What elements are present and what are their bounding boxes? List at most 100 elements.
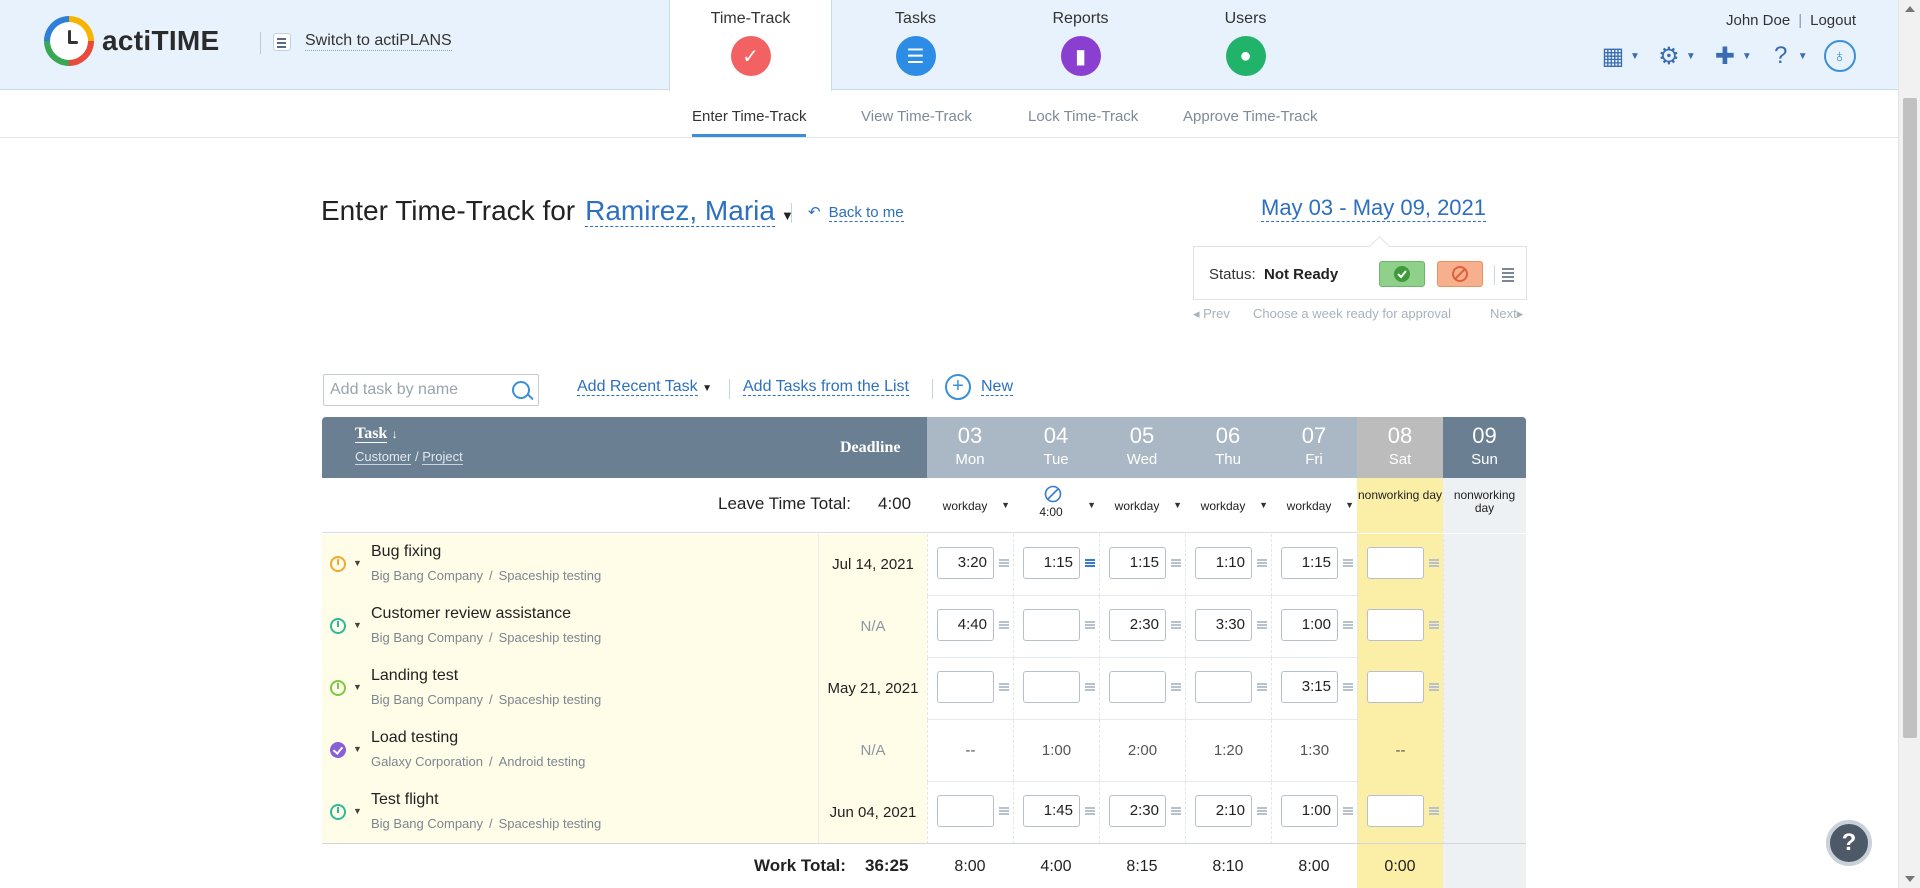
comment-icon[interactable] <box>999 559 1009 567</box>
deadline-column-header[interactable]: Deadline <box>840 439 900 457</box>
task-status-icon[interactable] <box>330 804 346 820</box>
task-name[interactable]: Bug fixing <box>371 543 441 561</box>
comment-icon[interactable] <box>1171 683 1181 691</box>
time-input[interactable] <box>1367 609 1424 641</box>
prev-week-link[interactable]: ◂ Prev <box>1193 306 1230 322</box>
time-input[interactable] <box>1367 671 1424 703</box>
tab-lock-time-track[interactable]: Lock Time-Track <box>1028 108 1138 134</box>
actitime-logo[interactable]: actiTIME <box>44 16 220 66</box>
search-icon[interactable] <box>512 381 530 399</box>
time-input[interactable]: 2:10 <box>1195 795 1252 827</box>
comment-icon[interactable] <box>1085 683 1095 691</box>
comment-icon[interactable] <box>1429 621 1439 629</box>
help-menu[interactable]: ? ▼ <box>1768 42 1808 69</box>
task-name[interactable]: Load testing <box>371 729 458 747</box>
day-type-select[interactable]: workday ▼ <box>927 478 1013 533</box>
chevron-down-icon[interactable]: ▼ <box>353 620 362 630</box>
help-button[interactable]: ? <box>1826 820 1872 866</box>
module-time-track[interactable]: Time-Track ✓ <box>669 0 832 91</box>
switch-to-actiplans-link[interactable]: Switch to actiPLANS <box>273 32 452 51</box>
time-input[interactable] <box>1109 671 1166 703</box>
comment-icon[interactable] <box>1343 559 1353 567</box>
comment-icon[interactable] <box>1171 807 1181 815</box>
history-list-icon[interactable] <box>1494 265 1518 285</box>
time-input[interactable] <box>937 671 994 703</box>
ready-for-approval-button[interactable] <box>1379 261 1425 287</box>
time-input[interactable]: 1:00 <box>1281 609 1338 641</box>
comment-icon[interactable] <box>1171 621 1181 629</box>
time-input[interactable] <box>937 795 994 827</box>
module-reports[interactable]: Reports ▮ <box>999 0 1162 90</box>
comment-icon[interactable] <box>1171 559 1181 567</box>
comment-icon[interactable] <box>1429 807 1439 815</box>
chevron-down-icon[interactable]: ▼ <box>353 806 362 816</box>
comment-icon[interactable] <box>1085 621 1095 629</box>
task-column-header[interactable]: Task ↓ Customer / Project <box>355 425 463 465</box>
time-input[interactable] <box>1023 671 1080 703</box>
comment-icon[interactable] <box>1343 807 1353 815</box>
user-selector[interactable]: Ramirez, Maria <box>585 196 775 227</box>
comment-icon[interactable] <box>999 807 1009 815</box>
day-type-select[interactable]: workday ▼ <box>1099 478 1185 533</box>
time-input[interactable]: 3:20 <box>937 547 994 579</box>
task-name[interactable]: Customer review assistance <box>371 605 571 623</box>
time-input[interactable]: 1:45 <box>1023 795 1080 827</box>
add-task-input[interactable] <box>330 376 510 404</box>
comment-icon[interactable] <box>999 621 1009 629</box>
time-input[interactable] <box>1195 671 1252 703</box>
comment-icon[interactable] <box>1257 807 1267 815</box>
comment-icon[interactable] <box>1257 621 1267 629</box>
addons-menu[interactable]: ✚ ▼ <box>1712 43 1752 70</box>
day-type-select[interactable]: 4:00 ▼ <box>1013 478 1099 533</box>
time-input[interactable]: 2:30 <box>1109 609 1166 641</box>
time-input[interactable]: 1:00 <box>1281 795 1338 827</box>
time-input[interactable]: 3:30 <box>1195 609 1252 641</box>
add-tasks-from-list-link[interactable]: Add Tasks from the List <box>743 378 909 396</box>
calendar-menu[interactable]: ▦ ▼ <box>1600 43 1640 70</box>
chevron-down-icon[interactable]: ▼ <box>353 558 362 568</box>
task-status-icon[interactable] <box>330 556 346 572</box>
comment-icon[interactable] <box>1257 683 1267 691</box>
customer-sort[interactable]: Customer <box>355 449 412 465</box>
comment-icon[interactable] <box>1085 807 1095 815</box>
comment-icon[interactable] <box>1085 559 1095 567</box>
back-to-me-link[interactable]: ↶ Back to me <box>808 203 904 222</box>
scrollbar-thumb[interactable] <box>1903 98 1917 738</box>
next-week-link[interactable]: Next▸ <box>1490 306 1523 322</box>
new-task-button[interactable]: + New <box>945 374 1014 400</box>
time-input[interactable] <box>1023 609 1080 641</box>
not-ready-button[interactable] <box>1437 261 1483 287</box>
comment-icon[interactable] <box>1429 683 1439 691</box>
comment-icon[interactable] <box>999 683 1009 691</box>
user-name[interactable]: John Doe <box>1726 12 1790 29</box>
comment-icon[interactable] <box>1343 683 1353 691</box>
task-name[interactable]: Landing test <box>371 667 458 685</box>
settings-menu[interactable]: ⚙ ▼ <box>1656 43 1696 70</box>
comment-icon[interactable] <box>1257 559 1267 567</box>
tab-enter-time-track[interactable]: Enter Time-Track <box>692 108 807 137</box>
add-task-search[interactable] <box>323 374 539 406</box>
time-input[interactable]: 1:15 <box>1109 547 1166 579</box>
task-name[interactable]: Test flight <box>371 791 439 809</box>
time-input[interactable]: 1:15 <box>1281 547 1338 579</box>
time-input[interactable]: 4:40 <box>937 609 994 641</box>
chevron-down-icon[interactable]: ▼ <box>353 682 362 692</box>
project-sort[interactable]: Project <box>422 449 463 465</box>
comment-icon[interactable] <box>1429 559 1439 567</box>
module-tasks[interactable]: Tasks ☰ <box>834 0 997 90</box>
week-selector[interactable]: May 03 - May 09, 2021 <box>1261 195 1487 222</box>
task-status-icon[interactable] <box>330 742 346 758</box>
time-input[interactable]: 2:30 <box>1109 795 1166 827</box>
time-input[interactable] <box>1367 547 1424 579</box>
time-input[interactable] <box>1367 795 1424 827</box>
tab-approve-time-track[interactable]: Approve Time-Track <box>1183 108 1317 134</box>
module-users[interactable]: Users ● <box>1164 0 1327 90</box>
logout-link[interactable]: Logout <box>1810 12 1856 29</box>
page-scrollbar[interactable] <box>1898 0 1920 888</box>
day-type-select[interactable]: workday ▼ <box>1185 478 1271 533</box>
time-input[interactable]: 1:10 <box>1195 547 1252 579</box>
add-recent-task-dropdown[interactable]: Add Recent Task ▼ <box>577 378 712 396</box>
time-input[interactable]: 1:15 <box>1023 547 1080 579</box>
comment-icon[interactable] <box>1343 621 1353 629</box>
tab-view-time-track[interactable]: View Time-Track <box>861 108 972 134</box>
